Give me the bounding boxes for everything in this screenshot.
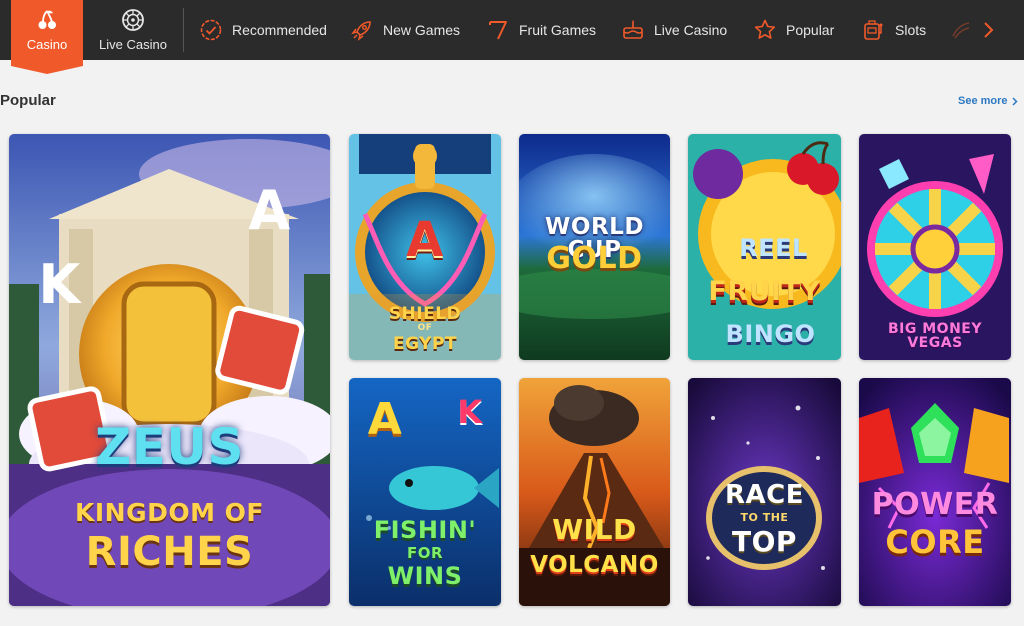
- reel-title-line3: BINGO: [725, 320, 816, 348]
- power-core-title-line2: CORE: [885, 523, 985, 561]
- category-recommended-label: Recommended: [232, 22, 327, 38]
- shield-title-line3: EGYPT: [392, 334, 458, 354]
- category-popular[interactable]: Popular: [753, 0, 834, 60]
- tab-casino-label: Casino: [26, 37, 68, 52]
- zeus-title-line1: ZEUS: [94, 418, 245, 476]
- fishin-title-line1: FISHIN': [373, 516, 477, 544]
- world-cup-title-line2: GOLD: [546, 241, 643, 276]
- badge-check-icon: [199, 18, 223, 42]
- zeus-title-line3: RICHES: [85, 529, 254, 575]
- chevron-right-small-icon: [1012, 96, 1018, 106]
- zeus-letter-k: K: [38, 253, 81, 316]
- category-recommended[interactable]: Recommended: [199, 0, 327, 60]
- star-icon: [753, 18, 777, 42]
- race-title-line1: RACE: [725, 480, 804, 510]
- category-new-games[interactable]: New Games: [350, 0, 460, 60]
- category-slots[interactable]: Slots: [862, 0, 926, 60]
- fishin-letter-k: K: [457, 393, 483, 431]
- game-tile-race-to-the-top[interactable]: RACE TO THE TOP: [688, 378, 841, 606]
- big-money-vegas-title: BIG MONEY VEGAS: [888, 321, 982, 351]
- shield-title-line2: OF: [417, 323, 433, 333]
- game-tile-power-core[interactable]: POWER CORE: [859, 378, 1011, 606]
- category-live-casino-label: Live Casino: [654, 22, 728, 38]
- game-tile-world-cup-gold[interactable]: WORLD CUP GOLD: [519, 134, 670, 360]
- wild-volcano-title-line2: VOLCANO: [530, 552, 659, 578]
- cherries-icon: [34, 7, 60, 33]
- race-title-line2: TO THE: [740, 511, 789, 524]
- game-tile-zeus[interactable]: K A ZEUS KINGDOM OF RICHES: [9, 134, 330, 606]
- top-navigation: Casino Live Casino Recommended New Games…: [0, 0, 1024, 74]
- zeus-letter-a: A: [248, 179, 291, 242]
- category-fruit-games[interactable]: Fruit Games: [486, 0, 596, 60]
- power-core-title-line1: POWER: [871, 487, 999, 522]
- zeus-title-line2: KINGDOM OF: [74, 498, 265, 527]
- section-title: Popular: [0, 92, 56, 109]
- partial-category-icon: [949, 18, 973, 42]
- nav-divider: [183, 8, 184, 52]
- slot-machine-icon: [862, 18, 886, 42]
- wild-volcano-title-line1: WILD: [552, 513, 637, 546]
- category-live-casino[interactable]: Live Casino: [621, 0, 727, 60]
- game-tile-reel-fruity-bingo[interactable]: REEL FRUITY BINGO: [688, 134, 841, 360]
- category-slots-label: Slots: [895, 22, 927, 38]
- tab-live-casino-label: Live Casino: [99, 37, 167, 52]
- shield-art-letter: A: [406, 212, 444, 268]
- roulette-wheel-icon: [120, 7, 146, 33]
- category-fruit-games-label: Fruit Games: [519, 22, 597, 38]
- lucky-seven-icon: [486, 18, 510, 42]
- see-more-link[interactable]: See more: [958, 95, 1018, 107]
- see-more-label: See more: [958, 95, 1008, 107]
- reel-title-line2: FRUITY: [708, 276, 821, 307]
- race-title-line3: TOP: [732, 525, 797, 558]
- game-tile-fishin-for-wins[interactable]: A K FISHIN' FOR WINS: [349, 378, 501, 606]
- game-tile-big-money-vegas[interactable]: BIG MONEY VEGAS: [859, 134, 1011, 360]
- shield-title-line1: SHIELD: [388, 304, 462, 324]
- tab-live-casino[interactable]: Live Casino: [92, 0, 174, 60]
- rocket-icon: [350, 18, 374, 42]
- fishin-title-line3: WINS: [387, 562, 463, 590]
- cake-icon: [621, 18, 645, 42]
- tab-casino[interactable]: Casino: [11, 0, 83, 74]
- category-new-games-label: New Games: [383, 22, 461, 38]
- game-tile-shield-of-egypt[interactable]: A SHIELD OF EGYPT: [349, 134, 501, 360]
- fishin-title-line2: FOR: [406, 544, 444, 562]
- game-tile-wild-volcano[interactable]: WILD VOLCANO: [519, 378, 670, 606]
- reel-title-line1: REEL: [739, 234, 808, 262]
- chevron-right-icon[interactable]: [978, 16, 998, 44]
- category-popular-label: Popular: [786, 22, 835, 38]
